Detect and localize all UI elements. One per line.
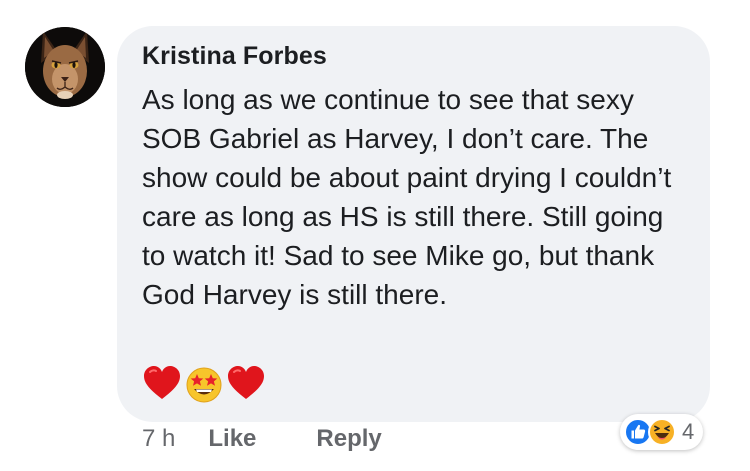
avatar[interactable] [25, 27, 105, 107]
red-heart-icon [142, 364, 182, 404]
reactions-summary[interactable]: 4 [620, 414, 704, 450]
caracal-profile-photo [25, 27, 105, 107]
comment-container: Kristina Forbes As long as we continue t… [0, 0, 750, 471]
comment-author-name[interactable]: Kristina Forbes [142, 42, 327, 71]
comment-body-text: As long as we continue to see that sexy … [142, 84, 672, 310]
red-heart-icon [226, 364, 266, 404]
comment-emoji-row [142, 364, 266, 404]
haha-reaction-icon [648, 418, 676, 446]
reaction-count: 4 [682, 419, 695, 444]
reply-button[interactable]: Reply [316, 425, 381, 453]
comment-actions-bar: 7 h Like Reply [142, 425, 382, 453]
star-struck-icon [184, 364, 224, 404]
like-button[interactable]: Like [208, 425, 256, 453]
comment-timestamp[interactable]: 7 h [142, 425, 175, 453]
